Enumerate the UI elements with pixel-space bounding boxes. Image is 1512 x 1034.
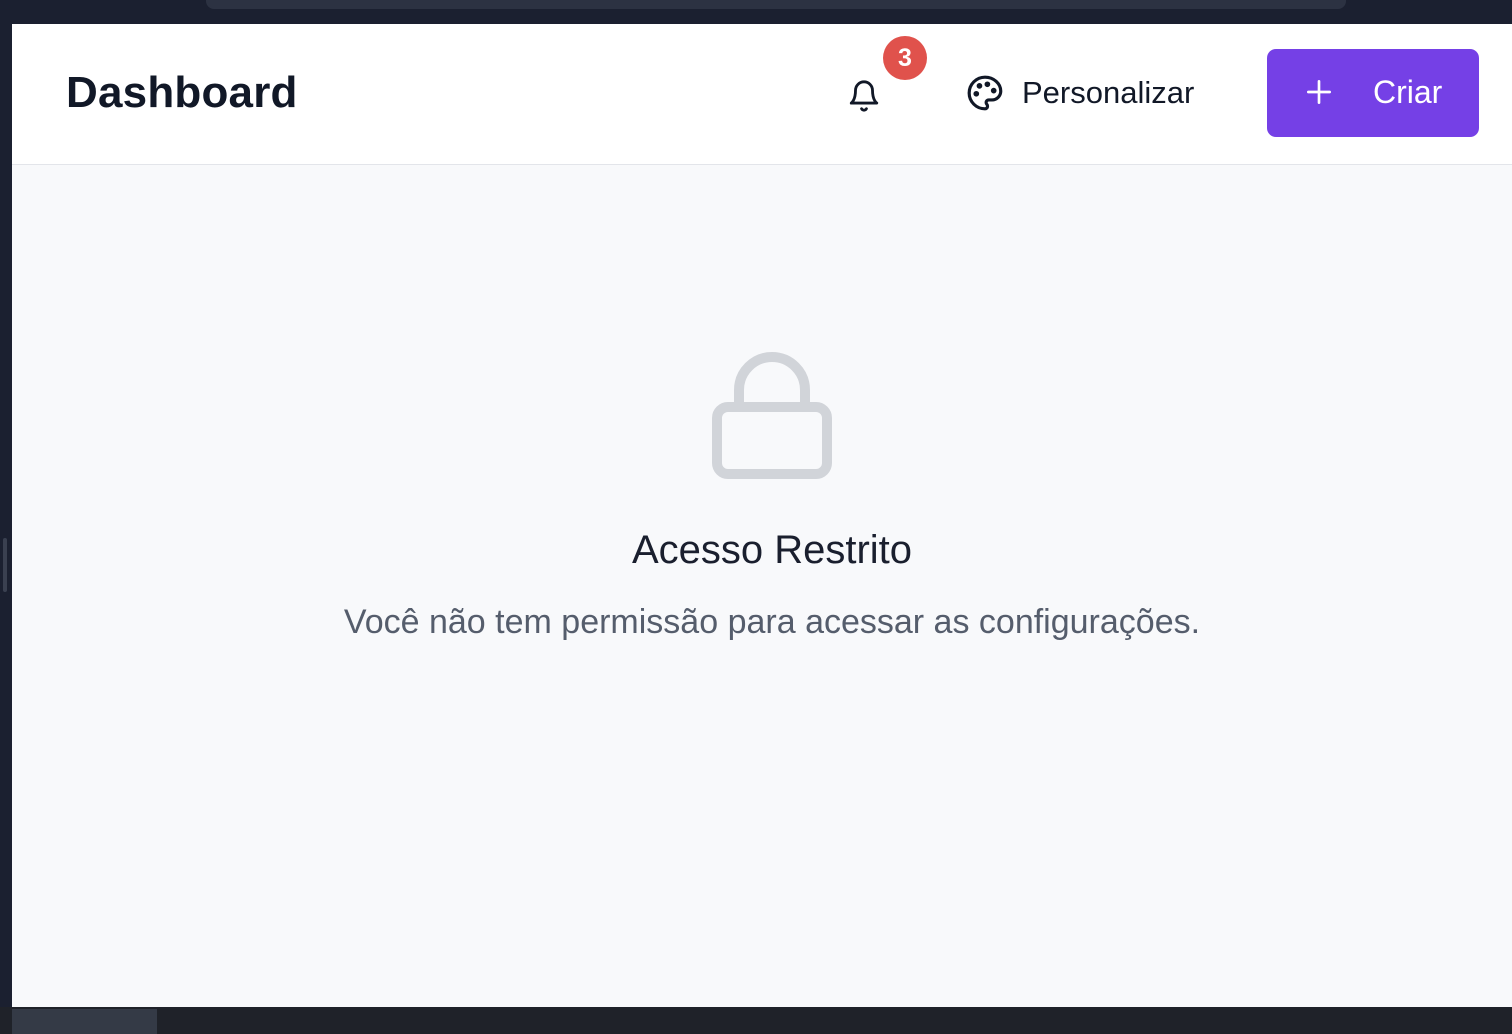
palette-icon <box>967 75 1003 111</box>
resize-handle[interactable] <box>3 538 7 592</box>
customize-button[interactable]: Personalizar <box>966 70 1194 116</box>
notification-count-badge: 3 <box>883 36 927 80</box>
restricted-message: Você não tem permissão para acessar as c… <box>343 603 1201 641</box>
lock-icon <box>712 352 832 479</box>
browser-top-bar <box>0 0 1512 24</box>
bell-icon <box>849 80 879 112</box>
plus-icon <box>1307 80 1331 104</box>
create-button[interactable]: Criar <box>1267 49 1479 137</box>
notifications-button[interactable] <box>842 74 886 118</box>
bottom-tab[interactable] <box>12 1009 157 1034</box>
left-panel-edge <box>0 24 12 1008</box>
create-label: Criar <box>1373 74 1443 110</box>
restricted-access-panel: Acesso Restrito Você não tem permissão p… <box>12 350 1512 642</box>
restricted-title: Acesso Restrito <box>631 528 913 572</box>
page-title: Dashboard <box>66 68 298 117</box>
header: Dashboard 3 Personalizar Criar <box>12 24 1512 165</box>
app-window: Dashboard 3 Personalizar Criar Acesso Re… <box>12 24 1512 1007</box>
customize-label: Personalizar <box>1022 75 1195 110</box>
address-bar[interactable] <box>206 0 1346 9</box>
bottom-bar <box>0 1007 1512 1034</box>
